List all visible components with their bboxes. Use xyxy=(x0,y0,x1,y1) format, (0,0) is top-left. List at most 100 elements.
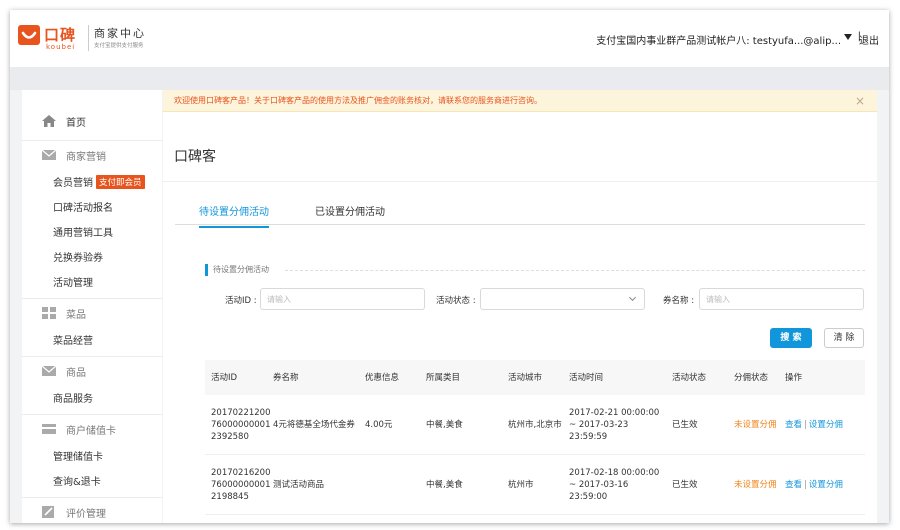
sidebar-head-goods: 商品 xyxy=(22,357,162,385)
activity-id-input[interactable] xyxy=(261,289,424,309)
col-header-activity-id: 活动ID xyxy=(211,372,238,383)
col-header-city: 活动城市 xyxy=(508,372,543,383)
close-icon[interactable]: × xyxy=(855,90,865,112)
cell-activity-id: 20170221200760000000012392580 xyxy=(211,407,271,442)
cell-status: 已生效 xyxy=(672,479,698,490)
sidebar-head-dishes: 菜品 xyxy=(22,299,162,327)
sidebar-group-review: 评价管理 xyxy=(22,498,162,523)
cell-discount xyxy=(365,455,425,514)
account-name[interactable]: 支付宝国内事业群产品测试帐户八: testyufa...@alip... xyxy=(596,32,841,47)
search-button[interactable]: 搜 索 xyxy=(770,328,812,348)
op-separator: | xyxy=(804,479,807,490)
cell-coupon-name: 测试活动商品 xyxy=(273,479,325,490)
cell-discount: 4.00元 xyxy=(365,419,393,430)
cell-city: 杭州市 xyxy=(508,479,534,490)
page-title: 口碑客 xyxy=(174,149,216,165)
col-header-operation: 操作 xyxy=(785,372,803,383)
sidebar-item-label: 商品服务 xyxy=(53,394,93,405)
edit-icon xyxy=(42,506,54,518)
sidebar-item-home[interactable]: 首页 xyxy=(22,90,162,140)
table-header: 活动ID 券名称 优惠信息 所属类目 活动城市 活动时间 活动状态 分佣状态 操… xyxy=(205,360,865,395)
sidebar-item-query-refund-card[interactable]: 查询&退卡 xyxy=(22,468,162,493)
cell-operations: 查看 | 设置分佣 xyxy=(785,395,865,454)
sidebar-head-marketing: 商家营销 xyxy=(22,141,162,169)
sidebar-head-label: 评价管理 xyxy=(66,508,106,520)
view-link[interactable]: 查看 xyxy=(785,419,802,431)
activity-id-label: 活动ID : xyxy=(225,296,257,306)
sidebar-head-stored-card: 商户储值卡 xyxy=(22,415,162,443)
logo-subtitle: koubei xyxy=(46,43,76,51)
top-header: 口碑 koubei 商家中心 支付宝提供支付服务 支付宝国内事业群产品测试帐户八… xyxy=(10,10,889,67)
sidebar-item-activity-signup[interactable]: 口碑活动报名 xyxy=(22,194,162,219)
mail-icon xyxy=(42,365,56,376)
cell-coupon-name: 4元将德基全场代金券 xyxy=(273,419,355,430)
col-header-coupon-name: 券名称 xyxy=(273,372,299,383)
sidebar-home-label: 首页 xyxy=(66,117,86,129)
header-gray-band xyxy=(10,67,889,90)
sidebar-group-stored-card: 商户储值卡 管理储值卡 查询&退卡 xyxy=(22,415,162,498)
sidebar-item-label: 通用营销工具 xyxy=(53,228,113,239)
cell-category: 中餐,美食 xyxy=(426,479,463,490)
sidebar-item-label: 口碑活动报名 xyxy=(53,203,113,214)
cell-status: 已生效 xyxy=(672,419,698,430)
sidebar-item-label: 会员营销 xyxy=(53,178,93,189)
sidebar-item-member-marketing[interactable]: 会员营销 支付即会员 xyxy=(22,169,162,194)
col-header-category: 所属类目 xyxy=(426,372,461,383)
coupon-name-input[interactable] xyxy=(700,289,863,309)
sidebar-item-label: 管理储值卡 xyxy=(53,452,103,463)
card-icon xyxy=(42,424,56,434)
cell-time: 2017-02-21 00:00:00 ~ 2017-03-23 23:59:5… xyxy=(569,407,660,442)
sidebar-item-label: 菜品经营 xyxy=(53,336,93,347)
sidebar-home-group: 首页 xyxy=(22,90,162,141)
sidebar-group-marketing: 商家营销 会员营销 支付即会员 口碑活动报名 通用营销工具 兑换券验券 活动管理 xyxy=(22,141,162,299)
caret-down-icon[interactable] xyxy=(844,34,852,40)
sidebar-item-voucher-verify[interactable]: 兑换券验券 xyxy=(22,244,162,269)
logo-text: 口碑 xyxy=(44,26,77,44)
table-row: 20170221200760000000012392580 4元将德基全场代金券… xyxy=(205,395,865,455)
grid-icon xyxy=(42,307,56,319)
logout-link[interactable]: 退出 xyxy=(859,32,879,47)
coupon-name-label: 券名称 : xyxy=(663,296,695,306)
col-header-status: 活动状态 xyxy=(672,372,707,383)
activity-id-field[interactable] xyxy=(260,288,425,310)
sidebar: 首页 商家营销 会员营销 支付即会员 口碑活动报名 通用营销工具 兑换券验券 活… xyxy=(22,90,162,523)
sidebar-item-marketing-tools[interactable]: 通用营销工具 xyxy=(22,219,162,244)
cell-operations: 查看 | 设置分佣 xyxy=(785,455,865,514)
cell-activity-id: 20170216200760000000012198845 xyxy=(211,467,271,502)
set-commission-link[interactable]: 设置分佣 xyxy=(809,479,843,491)
home-icon xyxy=(42,115,56,127)
op-separator: | xyxy=(804,419,807,430)
cell-category: 中餐,美食 xyxy=(426,419,463,430)
activity-status-select[interactable] xyxy=(480,288,645,310)
mail-icon xyxy=(42,149,56,160)
sidebar-item-goods-service[interactable]: 商品服务 xyxy=(22,385,162,410)
sidebar-item-activity-manage[interactable]: 活动管理 xyxy=(22,269,162,294)
tab-set-commission[interactable]: 已设置分佣活动 xyxy=(315,203,385,226)
view-link[interactable]: 查看 xyxy=(785,479,802,491)
notice-banner: 欢迎使用口碑客产品！关于口碑客产品的使用方法及推广佣金的账务核对，请联系您的服务… xyxy=(163,90,877,112)
sidebar-item-label: 活动管理 xyxy=(53,278,93,289)
set-commission-link[interactable]: 设置分佣 xyxy=(809,419,843,431)
col-header-discount: 优惠信息 xyxy=(365,372,400,383)
cell-time: 2017-02-18 00:00:00 ~ 2017-03-16 23:59:0… xyxy=(569,467,660,502)
sidebar-item-dish-manage[interactable]: 菜品经营 xyxy=(22,327,162,352)
sidebar-item-manage-card[interactable]: 管理储值卡 xyxy=(22,443,162,468)
browser-frame: 口碑 koubei 商家中心 支付宝提供支付服务 支付宝国内事业群产品测试帐户八… xyxy=(10,10,889,523)
cell-city: 杭州市,北京市 xyxy=(508,419,562,430)
cell-commission-status: 未设置分佣 xyxy=(734,479,777,490)
koubei-logo-icon xyxy=(18,25,40,45)
sidebar-group-dishes: 菜品 菜品经营 xyxy=(22,299,162,357)
sidebar-head-label: 商户储值卡 xyxy=(66,425,116,437)
sidebar-item-label: 兑换券验券 xyxy=(53,253,103,264)
clear-button[interactable]: 清 除 xyxy=(824,328,864,348)
coupon-name-field[interactable] xyxy=(699,288,864,310)
pay-member-badge: 支付即会员 xyxy=(96,174,145,189)
chevron-down-icon xyxy=(628,293,637,302)
logo-divider xyxy=(88,25,89,51)
tab-bar: 待设置分佣活动 已设置分佣活动 xyxy=(175,203,865,228)
section-divider xyxy=(285,270,865,271)
sidebar-head-label: 菜品 xyxy=(66,309,86,321)
title-divider xyxy=(163,181,877,182)
tab-pending-commission[interactable]: 待设置分佣活动 xyxy=(199,203,269,228)
sidebar-head-review[interactable]: 评价管理 xyxy=(22,498,162,523)
